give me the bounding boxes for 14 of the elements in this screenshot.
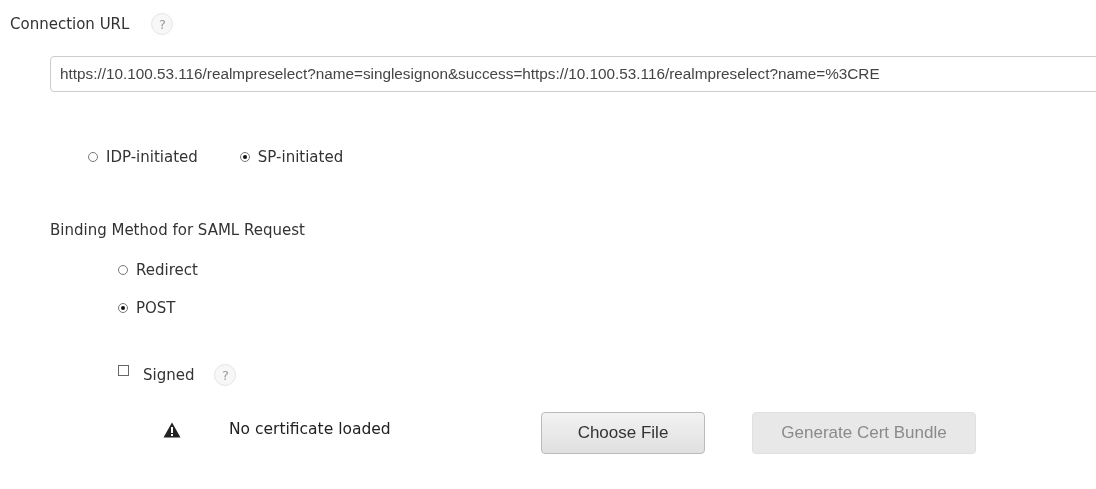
radio-label: POST bbox=[136, 299, 176, 317]
radio-label: Redirect bbox=[136, 261, 198, 279]
url-field[interactable]: https://10.100.53.116/realmpreselect?name=singlesignon&success=https://10.100.53.116/realmpreselect?name=%3CRE bbox=[50, 56, 1096, 92]
field-label: Connection URL bbox=[10, 15, 130, 33]
radio-label: IDP-initiated bbox=[106, 148, 198, 166]
section-label: Binding Method for SAML Request bbox=[50, 221, 305, 239]
choose-file-button[interactable]: Choose File bbox=[541, 412, 705, 454]
warning-icon bbox=[163, 422, 181, 438]
help-icon[interactable]: ? bbox=[214, 364, 237, 386]
status-text: No certificate loaded bbox=[229, 420, 392, 438]
radio-label: SP-initiated bbox=[257, 148, 344, 166]
checkbox[interactable] bbox=[118, 365, 129, 376]
checkbox-label: Signed bbox=[143, 366, 195, 384]
help-icon[interactable]: ? bbox=[151, 13, 174, 35]
